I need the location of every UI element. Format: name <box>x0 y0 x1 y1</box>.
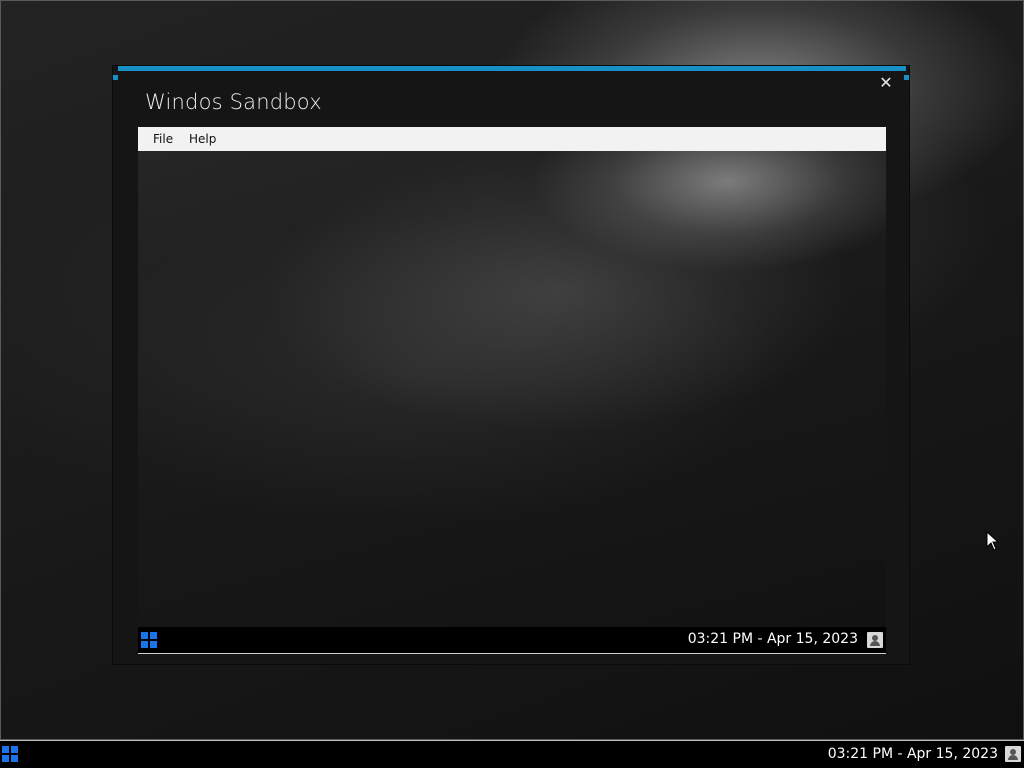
menu-help[interactable]: Help <box>182 127 223 151</box>
sandbox-window: ✕ Windos Sandbox File Help 03:21 PM - Ap… <box>113 66 909 664</box>
windows-start-icon <box>2 746 9 753</box>
taskbar-clock[interactable]: 03:21 PM - Apr 15, 2023 <box>828 746 998 762</box>
sandbox-taskbar: 03:21 PM - Apr 15, 2023 <box>138 627 886 654</box>
window-accent-bar <box>118 66 906 71</box>
menu-bar: File Help <box>138 127 886 151</box>
menu-file[interactable]: File <box>146 127 180 151</box>
sandbox-desktop[interactable] <box>138 151 886 627</box>
window-accent-corner-right <box>904 75 909 80</box>
window-title: Windos Sandbox <box>145 90 322 114</box>
close-button[interactable]: ✕ <box>875 72 897 94</box>
user-icon[interactable] <box>1005 746 1021 762</box>
close-icon: ✕ <box>879 73 893 92</box>
start-button[interactable] <box>2 746 18 762</box>
window-accent-corner-left <box>113 75 118 80</box>
windows-start-icon <box>141 632 148 639</box>
sandbox-start-button[interactable] <box>141 632 157 648</box>
taskbar: 03:21 PM - Apr 15, 2023 <box>0 740 1024 768</box>
user-icon[interactable] <box>867 632 883 648</box>
sandbox-taskbar-clock[interactable]: 03:21 PM - Apr 15, 2023 <box>688 631 858 647</box>
